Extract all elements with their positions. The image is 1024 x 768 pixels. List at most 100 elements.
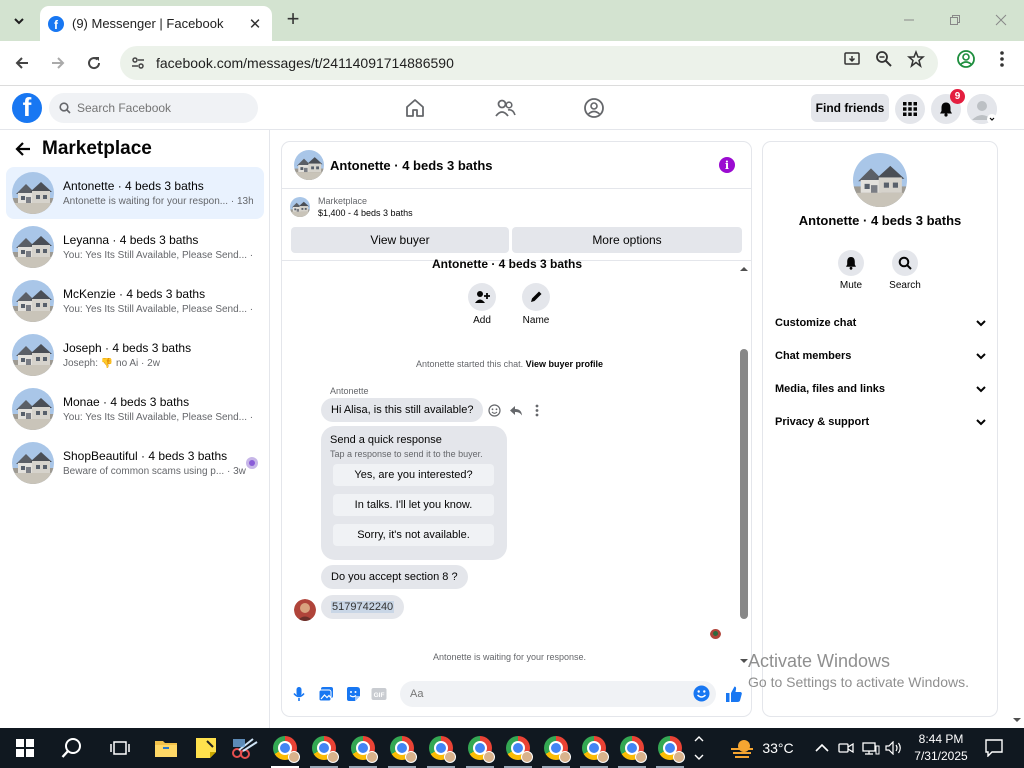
privacy-support-section[interactable]: Privacy & support bbox=[775, 412, 987, 432]
search-input[interactable] bbox=[77, 101, 247, 115]
scrollbar-thumb[interactable] bbox=[740, 349, 748, 619]
home-nav-icon[interactable] bbox=[402, 95, 428, 121]
more-actions-icon[interactable] bbox=[535, 404, 539, 420]
friends-nav-icon[interactable] bbox=[492, 95, 518, 121]
message-input[interactable] bbox=[410, 688, 690, 700]
groups-nav-icon[interactable] bbox=[581, 95, 607, 121]
view-buyer-button[interactable]: View buyer bbox=[291, 227, 509, 253]
restore-window-button[interactable] bbox=[932, 6, 978, 34]
thumbs-up-icon[interactable] bbox=[725, 685, 743, 703]
taskbar-search-button[interactable] bbox=[54, 728, 90, 768]
mute-action[interactable]: Mute bbox=[831, 250, 871, 291]
scroll-up-icon[interactable] bbox=[737, 264, 751, 274]
sticker-icon[interactable] bbox=[344, 685, 362, 703]
emoji-icon[interactable] bbox=[693, 685, 710, 705]
bookmark-star-icon[interactable] bbox=[906, 49, 926, 69]
chrome-taskbar-button[interactable] bbox=[463, 728, 497, 768]
conversation-item[interactable]: Joseph · 4 beds 3 baths Joseph: 👎 no Ai … bbox=[6, 329, 264, 381]
task-view-button[interactable] bbox=[104, 728, 136, 768]
add-action[interactable]: Add bbox=[460, 283, 504, 326]
message-thread[interactable]: Antonette · 4 beds 3 baths Add Name Anto… bbox=[282, 257, 751, 671]
site-settings-icon[interactable] bbox=[130, 55, 146, 71]
action-center-button[interactable] bbox=[980, 728, 1008, 768]
chrome-taskbar-button[interactable] bbox=[501, 728, 535, 768]
system-clock[interactable]: 8:44 PM 7/31/2025 bbox=[904, 731, 978, 765]
start-button[interactable] bbox=[8, 728, 42, 768]
conversation-item[interactable]: McKenzie · 4 beds 3 baths You: Yes Its S… bbox=[6, 275, 264, 327]
find-friends-button[interactable]: Find friends bbox=[811, 94, 889, 122]
conversation-item[interactable]: Monae · 4 beds 3 baths You: Yes Its Stil… bbox=[6, 383, 264, 435]
message-bubble[interactable]: Hi Alisa, is this still available? bbox=[321, 398, 484, 422]
back-arrow-icon[interactable] bbox=[14, 140, 32, 158]
page-scroll-down-icon[interactable] bbox=[1010, 715, 1024, 725]
microphone-icon[interactable] bbox=[290, 685, 308, 703]
customize-chat-section[interactable]: Customize chat bbox=[775, 313, 987, 333]
chrome-taskbar-button[interactable] bbox=[346, 728, 380, 768]
chrome-taskbar-button[interactable] bbox=[653, 728, 687, 768]
close-tab-icon[interactable]: ✕ bbox=[246, 15, 264, 33]
file-explorer-button[interactable] bbox=[150, 728, 182, 768]
quick-response-button[interactable]: Yes, are you interested? bbox=[333, 464, 494, 486]
gif-icon[interactable]: GIF bbox=[370, 685, 388, 703]
show-hidden-icons[interactable] bbox=[812, 728, 832, 768]
taskbar-scroll-arrows[interactable] bbox=[690, 728, 708, 768]
chrome-taskbar-button[interactable] bbox=[385, 728, 419, 768]
back-button[interactable] bbox=[8, 49, 36, 77]
message-bubble-phone[interactable]: 5179742240 bbox=[321, 595, 405, 619]
chat-title[interactable]: Antonette · 4 beds 3 baths bbox=[330, 158, 493, 173]
conversation-item[interactable]: Antonette · 4 beds 3 baths Antonette is … bbox=[6, 167, 264, 219]
photo-icon[interactable] bbox=[317, 685, 335, 703]
browser-menu-icon[interactable] bbox=[992, 49, 1012, 69]
profile-icon[interactable] bbox=[956, 49, 976, 69]
chat-listing-thumbnail[interactable] bbox=[294, 150, 324, 180]
thread-scrollbar[interactable] bbox=[737, 261, 751, 671]
react-icon[interactable] bbox=[488, 404, 501, 420]
chrome-taskbar-button[interactable] bbox=[615, 728, 649, 768]
chat-members-section[interactable]: Chat members bbox=[775, 346, 987, 366]
account-avatar[interactable] bbox=[967, 94, 997, 124]
chrome-taskbar-button[interactable] bbox=[577, 728, 611, 768]
chrome-taskbar-button[interactable] bbox=[539, 728, 573, 768]
weather-widget[interactable] bbox=[728, 728, 756, 768]
sticky-notes-button[interactable] bbox=[190, 728, 222, 768]
facebook-logo[interactable]: f bbox=[12, 93, 42, 123]
reply-icon[interactable] bbox=[509, 404, 523, 420]
conversation-item[interactable]: Leyanna · 4 beds 3 baths You: Yes Its St… bbox=[6, 221, 264, 273]
forward-button[interactable] bbox=[44, 49, 72, 77]
facebook-search[interactable] bbox=[49, 93, 258, 123]
address-bar[interactable]: facebook.com/messages/t/2411409171488659… bbox=[120, 46, 938, 80]
listing-summary[interactable]: Marketplace $1,400 - 4 beds 3 baths bbox=[290, 196, 413, 218]
message-bubble[interactable]: Do you accept section 8 ? bbox=[321, 565, 468, 589]
meet-now-icon[interactable] bbox=[836, 728, 856, 768]
info-icon[interactable]: i bbox=[719, 157, 735, 173]
details-listing-thumbnail[interactable] bbox=[853, 153, 907, 207]
reload-button[interactable] bbox=[80, 49, 108, 77]
menu-grid-button[interactable] bbox=[895, 94, 925, 124]
quick-response-button[interactable]: Sorry, it's not available. bbox=[333, 524, 494, 546]
chrome-taskbar-button[interactable] bbox=[307, 728, 341, 768]
quick-response-button[interactable]: In talks. I'll let you know. bbox=[333, 494, 494, 516]
network-icon[interactable] bbox=[860, 728, 882, 768]
browser-tab-messenger[interactable]: f (9) Messenger | Facebook ✕ bbox=[40, 6, 272, 41]
message-input-box[interactable] bbox=[400, 681, 716, 707]
more-options-button[interactable]: More options bbox=[512, 227, 742, 253]
chrome-taskbar-button[interactable] bbox=[424, 728, 458, 768]
reload-icon bbox=[88, 57, 101, 70]
install-app-icon[interactable] bbox=[842, 49, 862, 69]
close-window-button[interactable] bbox=[978, 6, 1024, 34]
weather-temperature[interactable]: 33°C bbox=[758, 728, 798, 768]
zoom-icon[interactable] bbox=[874, 49, 894, 69]
page-scrollbar[interactable] bbox=[1010, 130, 1024, 728]
chrome-taskbar-button[interactable] bbox=[268, 728, 302, 768]
snipping-tool-button[interactable] bbox=[228, 728, 262, 768]
media-files-links-section[interactable]: Media, files and links bbox=[775, 379, 987, 399]
minimize-window-button[interactable] bbox=[886, 6, 932, 34]
new-tab-button[interactable]: + bbox=[282, 8, 304, 32]
tab-search-button[interactable] bbox=[6, 8, 32, 34]
search-action[interactable]: Search bbox=[885, 250, 925, 291]
view-buyer-profile-link[interactable]: View buyer profile bbox=[526, 359, 603, 369]
conversation-item[interactable]: ShopBeautiful · 4 beds 3 baths Beware of… bbox=[6, 437, 264, 489]
volume-icon[interactable] bbox=[884, 728, 904, 768]
buyer-avatar[interactable] bbox=[294, 599, 316, 621]
name-action[interactable]: Name bbox=[514, 283, 558, 326]
